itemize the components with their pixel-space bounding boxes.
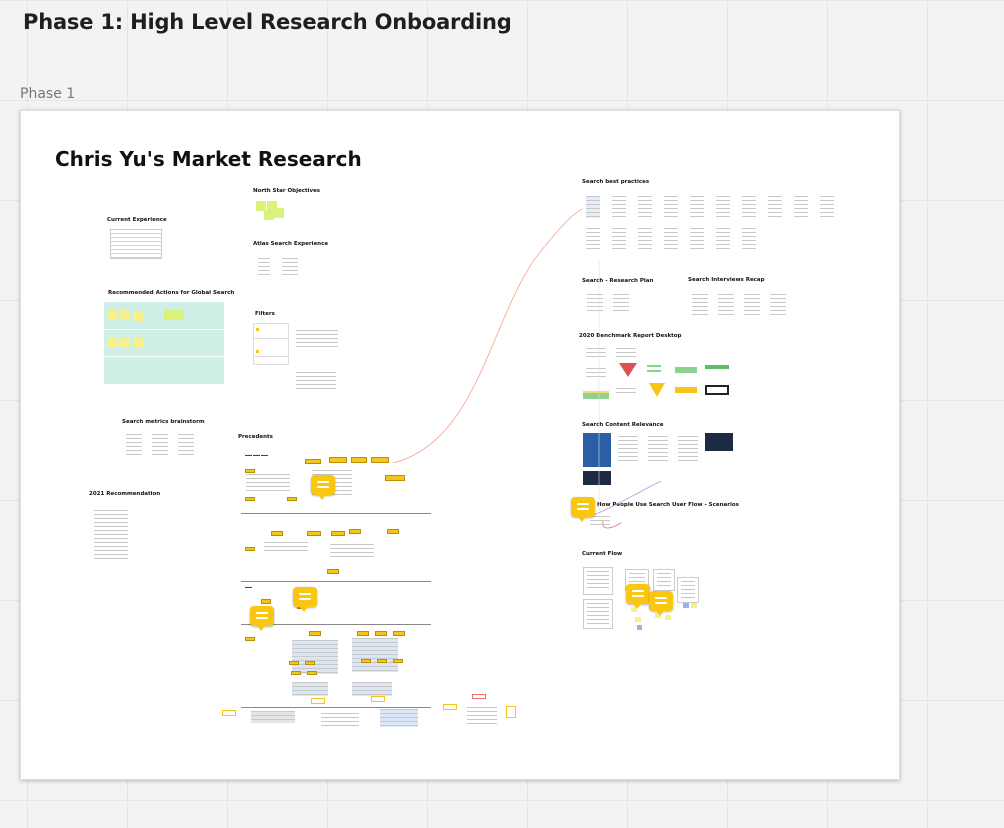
document-thumbnail[interactable] bbox=[715, 291, 737, 319]
comment-icon[interactable] bbox=[571, 497, 595, 522]
board-title: Phase 1: High Level Research Onboarding bbox=[23, 10, 512, 34]
section-recommended-actions: Recommended Actions for Global Search bbox=[108, 290, 235, 296]
section-north-star: North Star Objectives bbox=[253, 188, 321, 194]
best-practices-grid[interactable] bbox=[583, 191, 843, 255]
frame-title: Chris Yu's Market Research bbox=[55, 147, 362, 171]
section-interviews-recap: Search Interviews Recap bbox=[688, 277, 765, 283]
document-thumbnail[interactable] bbox=[610, 291, 632, 315]
section-precedents: Precedents bbox=[238, 434, 273, 440]
document-thumbnail[interactable] bbox=[689, 291, 711, 319]
document-thumbnail[interactable] bbox=[584, 291, 606, 315]
document-thumbnail[interactable] bbox=[149, 431, 171, 461]
filters-thumbnail[interactable] bbox=[253, 323, 289, 365]
sticky-note[interactable] bbox=[164, 310, 174, 320]
section-research-plan: Search - Research Plan bbox=[582, 278, 654, 284]
content-relevance-grid[interactable] bbox=[583, 433, 733, 487]
comment-icon[interactable] bbox=[293, 587, 317, 612]
document-thumbnail[interactable] bbox=[175, 431, 197, 461]
section-benchmark: 2020 Benchmark Report Desktop bbox=[579, 333, 682, 339]
document-thumbnail[interactable] bbox=[91, 507, 131, 565]
document-thumbnail[interactable] bbox=[741, 291, 763, 319]
sticky-note[interactable] bbox=[133, 338, 143, 348]
section-current-flow: Current Flow bbox=[582, 551, 623, 557]
comment-icon[interactable] bbox=[250, 606, 274, 631]
section-search-best-practices: Search best practices bbox=[582, 179, 650, 185]
sticky-note[interactable] bbox=[264, 210, 274, 220]
screenshot-thumbnail[interactable] bbox=[110, 229, 162, 259]
document-thumbnail[interactable] bbox=[293, 369, 339, 395]
document-thumbnail[interactable] bbox=[255, 255, 273, 281]
frame-label[interactable]: Phase 1 bbox=[20, 86, 75, 102]
section-recommendation-2021: 2021 Recommendation bbox=[89, 491, 161, 497]
precedents-board[interactable]: ▬▬ ▬▬ ▬▬ ▬▬ bbox=[241, 449, 441, 719]
section-search-metrics: Search metrics brainstorm bbox=[122, 419, 205, 425]
section-user-flow: How People Use Search User Flow - Scenar… bbox=[597, 502, 739, 508]
phase-1-frame[interactable]: Chris Yu's Market Research North Star Ob… bbox=[20, 110, 900, 780]
sticky-note[interactable] bbox=[133, 311, 143, 321]
sticky-note[interactable] bbox=[174, 310, 184, 320]
precedents-flow-strip[interactable] bbox=[221, 694, 521, 736]
document-thumbnail[interactable] bbox=[293, 327, 341, 351]
sticky-note[interactable] bbox=[119, 310, 129, 320]
sticky-note[interactable] bbox=[107, 310, 117, 320]
section-filters: Filters bbox=[255, 311, 275, 317]
sticky-note[interactable] bbox=[274, 208, 284, 218]
document-thumbnail[interactable] bbox=[123, 431, 145, 461]
section-current-experience: Current Experience bbox=[107, 217, 167, 223]
sticky-note[interactable] bbox=[119, 338, 129, 348]
comment-icon[interactable] bbox=[311, 475, 335, 500]
section-content-relevance: Search Content Relevance bbox=[582, 422, 664, 428]
recommended-actions-panel[interactable] bbox=[104, 302, 224, 384]
comment-icon[interactable] bbox=[626, 584, 650, 609]
comment-icon[interactable] bbox=[649, 591, 673, 616]
document-thumbnail[interactable] bbox=[767, 291, 789, 319]
benchmark-grid[interactable] bbox=[583, 345, 733, 401]
document-thumbnail[interactable] bbox=[279, 255, 301, 281]
sticky-note[interactable] bbox=[107, 338, 117, 348]
section-atlas-search: Atlas Search Experience bbox=[253, 241, 329, 247]
